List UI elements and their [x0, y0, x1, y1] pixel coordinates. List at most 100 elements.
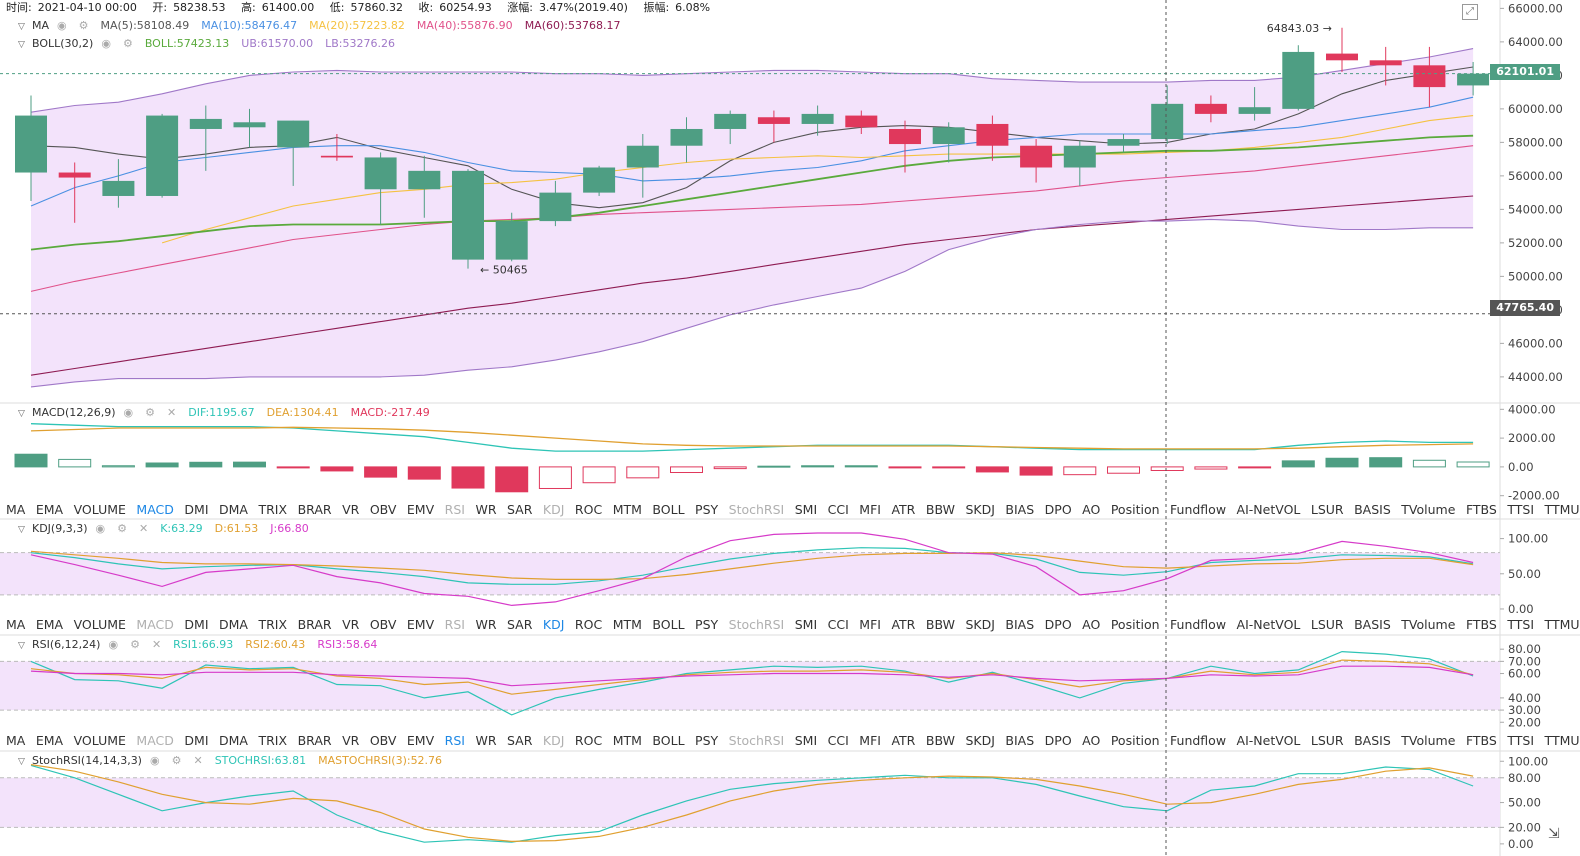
eye-icon[interactable]: ◉ [57, 19, 67, 32]
tab-mfi[interactable]: MFI [859, 617, 881, 632]
tab-lsur[interactable]: LSUR [1311, 733, 1344, 748]
tab-ttsi[interactable]: TTSI [1507, 502, 1534, 517]
tab-lsur[interactable]: LSUR [1311, 502, 1344, 517]
tab-atr[interactable]: ATR [891, 733, 915, 748]
eye-icon[interactable]: ◉ [108, 638, 118, 651]
tab-kdj[interactable]: KDJ [543, 733, 565, 748]
tab-mfi[interactable]: MFI [859, 502, 881, 517]
tab-boll[interactable]: BOLL [652, 733, 684, 748]
tab-emv[interactable]: EMV [407, 733, 434, 748]
tab-trix[interactable]: TRIX [258, 617, 287, 632]
tab-ttmu[interactable]: TTMU [1545, 502, 1580, 517]
tab-dma[interactable]: DMA [219, 733, 248, 748]
tab-dma[interactable]: DMA [219, 617, 248, 632]
eye-icon[interactable]: ◉ [124, 406, 134, 419]
tab-volume[interactable]: VOLUME [74, 733, 126, 748]
close-icon[interactable]: ✕ [167, 406, 176, 419]
tab-basis[interactable]: BASIS [1354, 733, 1391, 748]
tab-ao[interactable]: AO [1082, 733, 1100, 748]
tab-dmi[interactable]: DMI [184, 617, 208, 632]
tab-emv[interactable]: EMV [407, 502, 434, 517]
gear-icon[interactable]: ⚙ [172, 754, 182, 767]
tab-sar[interactable]: SAR [507, 733, 532, 748]
tab-atr[interactable]: ATR [891, 502, 915, 517]
gear-icon[interactable]: ⚙ [130, 638, 140, 651]
tab-cci[interactable]: CCI [828, 617, 849, 632]
tab-lsur[interactable]: LSUR [1311, 617, 1344, 632]
tab-atr[interactable]: ATR [891, 617, 915, 632]
tab-kdj[interactable]: KDJ [543, 617, 565, 632]
tab-kdj[interactable]: KDJ [543, 502, 565, 517]
tab-position[interactable]: Position [1111, 502, 1160, 517]
tab-bias[interactable]: BIAS [1005, 617, 1034, 632]
tab-ma[interactable]: MA [6, 733, 25, 748]
tab-rsi[interactable]: RSI [445, 617, 465, 632]
tab-obv[interactable]: OBV [370, 502, 397, 517]
tab-tvolume[interactable]: TVolume [1401, 502, 1455, 517]
tab-wr[interactable]: WR [475, 733, 496, 748]
tab-dma[interactable]: DMA [219, 502, 248, 517]
tab-ema[interactable]: EMA [36, 733, 63, 748]
fullscreen-icon[interactable]: ⤢ [1462, 4, 1478, 20]
tab-position[interactable]: Position [1111, 733, 1160, 748]
chart-canvas[interactable]: 44000.0046000.0048000.0050000.0052000.00… [0, 0, 1580, 856]
tab-psy[interactable]: PSY [695, 733, 718, 748]
tab-emv[interactable]: EMV [407, 617, 434, 632]
collapse-chevron-icon[interactable]: ▽ [18, 638, 28, 654]
close-icon[interactable]: ✕ [152, 638, 161, 651]
tab-ma[interactable]: MA [6, 502, 25, 517]
tab-dpo[interactable]: DPO [1045, 617, 1072, 632]
tab-brar[interactable]: BRAR [298, 502, 332, 517]
tab-tvolume[interactable]: TVolume [1401, 733, 1455, 748]
tab-wr[interactable]: WR [475, 502, 496, 517]
tab-fundflow[interactable]: Fundflow [1170, 733, 1226, 748]
tab-smi[interactable]: SMI [795, 733, 817, 748]
tab-smi[interactable]: SMI [795, 617, 817, 632]
eye-icon[interactable]: ◉ [96, 522, 106, 535]
resize-handle-icon[interactable]: ⇲ [1548, 826, 1564, 842]
tab-ttsi[interactable]: TTSI [1507, 733, 1534, 748]
tab-rsi[interactable]: RSI [445, 733, 465, 748]
tab-sar[interactable]: SAR [507, 617, 532, 632]
tab-boll[interactable]: BOLL [652, 502, 684, 517]
tab-mtm[interactable]: MTM [613, 617, 642, 632]
tab-boll[interactable]: BOLL [652, 617, 684, 632]
tab-fundflow[interactable]: Fundflow [1170, 617, 1226, 632]
tab-bias[interactable]: BIAS [1005, 733, 1034, 748]
gear-icon[interactable]: ⚙ [123, 37, 133, 50]
tab-ma[interactable]: MA [6, 617, 25, 632]
tab-ttmu[interactable]: TTMU [1545, 617, 1580, 632]
tab-position[interactable]: Position [1111, 617, 1160, 632]
gear-icon[interactable]: ⚙ [79, 19, 89, 32]
tab-mfi[interactable]: MFI [859, 733, 881, 748]
tab-fundflow[interactable]: Fundflow [1170, 502, 1226, 517]
tab-ema[interactable]: EMA [36, 617, 63, 632]
tab-wr[interactable]: WR [475, 617, 496, 632]
collapse-chevron-icon[interactable]: ▽ [18, 406, 28, 422]
tab-vr[interactable]: VR [342, 733, 359, 748]
tab-sar[interactable]: SAR [507, 502, 532, 517]
collapse-chevron-icon[interactable]: ▽ [18, 754, 28, 770]
tab-volume[interactable]: VOLUME [74, 502, 126, 517]
tab-roc[interactable]: ROC [575, 733, 602, 748]
tab-stochrsi[interactable]: StochRSI [729, 617, 785, 632]
tab-volume[interactable]: VOLUME [74, 617, 126, 632]
tab-obv[interactable]: OBV [370, 617, 397, 632]
tab-basis[interactable]: BASIS [1354, 617, 1391, 632]
tab-vr[interactable]: VR [342, 617, 359, 632]
tab-ftbs[interactable]: FTBS [1466, 617, 1497, 632]
eye-icon[interactable]: ◉ [101, 37, 111, 50]
tab-ai-netvol[interactable]: AI-NetVOL [1237, 502, 1301, 517]
tab-macd[interactable]: MACD [136, 617, 173, 632]
tab-smi[interactable]: SMI [795, 502, 817, 517]
tab-dpo[interactable]: DPO [1045, 502, 1072, 517]
tab-ema[interactable]: EMA [36, 502, 63, 517]
tab-dmi[interactable]: DMI [184, 502, 208, 517]
tab-obv[interactable]: OBV [370, 733, 397, 748]
tab-ai-netvol[interactable]: AI-NetVOL [1237, 617, 1301, 632]
tab-vr[interactable]: VR [342, 502, 359, 517]
tab-skdj[interactable]: SKDJ [965, 617, 994, 632]
tab-psy[interactable]: PSY [695, 617, 718, 632]
tab-dpo[interactable]: DPO [1045, 733, 1072, 748]
collapse-chevron-icon[interactable]: ▽ [18, 522, 28, 538]
